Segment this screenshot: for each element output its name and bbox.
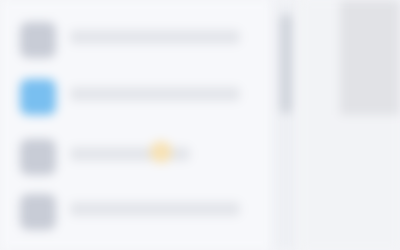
list-item[interactable]	[0, 10, 272, 70]
status-badge	[150, 141, 172, 163]
conversation-list	[0, 0, 273, 250]
avatar-icon	[20, 22, 56, 58]
list-item[interactable]	[0, 67, 272, 127]
avatar-icon	[20, 139, 56, 175]
avatar-icon	[20, 194, 56, 230]
content-preview	[340, 0, 400, 115]
list-item-label	[70, 202, 240, 216]
list-item-label	[70, 30, 240, 44]
list-item[interactable]	[0, 127, 272, 187]
scrollbar[interactable]	[276, 0, 296, 250]
content-pane	[300, 0, 400, 250]
avatar-icon	[20, 79, 56, 115]
list-item-label	[70, 147, 190, 161]
list-item-label	[70, 87, 240, 101]
list-item[interactable]	[0, 182, 272, 242]
scrollbar-thumb[interactable]	[280, 14, 292, 114]
